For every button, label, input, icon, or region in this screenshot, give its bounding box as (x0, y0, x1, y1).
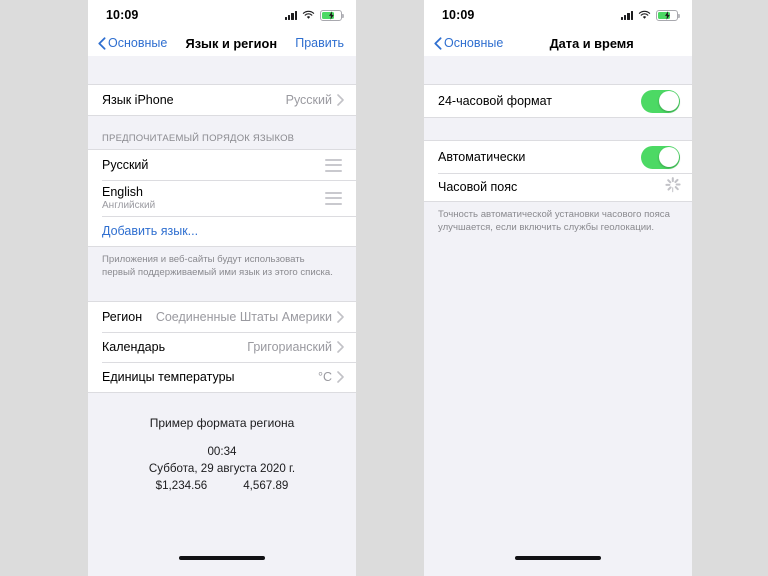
hour-format-group: 24-часовой формат (424, 84, 692, 118)
settings-content: 24-часовой формат Автоматически Часовой … (424, 56, 692, 576)
toggle-24-hour-format[interactable] (641, 89, 680, 113)
battery-charging-icon (320, 9, 344, 21)
sample-currency: $1,234.56 (155, 479, 208, 492)
chevron-right-icon (337, 371, 344, 383)
chevron-right-icon (337, 311, 344, 323)
row-24-hour-format[interactable]: 24-часовой формат (424, 85, 692, 117)
language-name: English (102, 184, 143, 199)
navigation-bar: Основные Дата и время (424, 30, 692, 56)
row-label: Язык iPhone (102, 93, 174, 107)
row-label: Календарь (102, 340, 166, 354)
screenshot-stage: 10:09 Основные Язык и регион Править Язы… (0, 0, 768, 576)
row-value: °C (317, 370, 332, 384)
cellular-signal-icon (620, 10, 633, 20)
row-value: Русский (285, 93, 332, 107)
sample-numbers: $1,234.56 4,567.89 (88, 477, 356, 494)
row-label: Часовой пояс (438, 180, 518, 194)
region-format-sample: Пример формата региона 00:34 Суббота, 29… (88, 393, 356, 494)
back-button[interactable]: Основные (434, 36, 503, 50)
row-label: Регион (102, 310, 143, 324)
home-indicator[interactable] (179, 556, 265, 560)
add-language-label: Добавить язык... (102, 224, 199, 238)
wifi-icon (302, 10, 315, 19)
language-name: Русский (102, 158, 149, 172)
add-language-button[interactable]: Добавить язык... (88, 216, 356, 246)
timezone-footnote: Точность автоматической установки часово… (438, 209, 670, 233)
status-bar-icons (284, 9, 344, 21)
chevron-right-icon (337, 94, 344, 106)
region-group: Регион Соединенные Штаты Америки Календа… (88, 301, 356, 393)
edit-button[interactable]: Править (295, 36, 344, 50)
row-automatic[interactable]: Автоматически (424, 141, 692, 173)
reorder-handle-icon[interactable] (325, 191, 344, 205)
row-value: Соединенные Штаты Америки (155, 310, 332, 324)
language-subtitle: Английский (102, 199, 156, 211)
status-bar: 10:09 (424, 0, 692, 30)
section-header-preferred-order: ПРЕДПОЧИТАЕМЫЙ ПОРЯДОК ЯЗЫКОВ (102, 133, 295, 144)
row-calendar[interactable]: Календарь Григорианский (88, 332, 356, 362)
loading-spinner-icon (665, 177, 680, 195)
preferred-order-footnote: Приложения и веб-сайты будут использоват… (102, 254, 333, 278)
chevron-right-icon (337, 341, 344, 353)
navigation-bar: Основные Язык и регион Править (88, 30, 356, 56)
phone-screen-date-time: 10:09 Основные Дата и время 24-часовой ф… (424, 0, 692, 576)
list-item[interactable]: Русский (88, 150, 356, 180)
phone-screen-language-region: 10:09 Основные Язык и регион Править Язы… (88, 0, 356, 576)
row-region[interactable]: Регион Соединенные Штаты Америки (88, 302, 356, 332)
status-bar-icons (620, 9, 680, 21)
sample-number: 4,567.89 (243, 479, 289, 492)
wifi-icon (638, 10, 651, 19)
automatic-timezone-group: Автоматически Часовой пояс (424, 140, 692, 202)
chevron-left-icon (434, 36, 442, 50)
preferred-order-header-wrap: ПРЕДПОЧИТАЕМЫЙ ПОРЯДОК ЯЗЫКОВ (88, 116, 356, 149)
settings-content: Язык iPhone Русский ПРЕДПОЧИТАЕМЫЙ ПОРЯД… (88, 56, 356, 576)
row-label: 24-часовой формат (438, 94, 552, 108)
cellular-signal-icon (284, 10, 297, 20)
row-timezone[interactable]: Часовой пояс (424, 173, 692, 201)
back-button[interactable]: Основные (98, 36, 167, 50)
sample-time: 00:34 (207, 445, 237, 458)
iphone-language-group: Язык iPhone Русский (88, 84, 356, 116)
reorder-handle-icon[interactable] (325, 158, 344, 172)
row-label: Автоматически (438, 150, 526, 164)
status-bar: 10:09 (88, 0, 356, 30)
page-title: Дата и время (549, 35, 634, 51)
sample-title: Пример формата региона (149, 416, 295, 430)
row-label: Единицы температуры (102, 370, 235, 384)
language-stack: English Английский (102, 185, 155, 212)
back-button-label: Основные (444, 36, 504, 50)
row-temperature-unit[interactable]: Единицы температуры °C (88, 362, 356, 392)
page-title: Язык и регион (185, 35, 278, 51)
row-value: Григорианский (247, 340, 332, 354)
preferred-languages-group: Русский English Английский Добавить язык… (88, 149, 356, 247)
toggle-automatic[interactable] (641, 145, 680, 169)
battery-charging-icon (656, 9, 680, 21)
status-bar-time: 10:09 (442, 8, 475, 22)
sample-date: Суббота, 29 августа 2020 г. (148, 462, 296, 475)
row-iphone-language[interactable]: Язык iPhone Русский (88, 85, 356, 115)
status-bar-time: 10:09 (106, 8, 139, 22)
home-indicator[interactable] (515, 556, 601, 560)
chevron-left-icon (98, 36, 106, 50)
back-button-label: Основные (108, 36, 168, 50)
list-item[interactable]: English Английский (88, 180, 356, 216)
